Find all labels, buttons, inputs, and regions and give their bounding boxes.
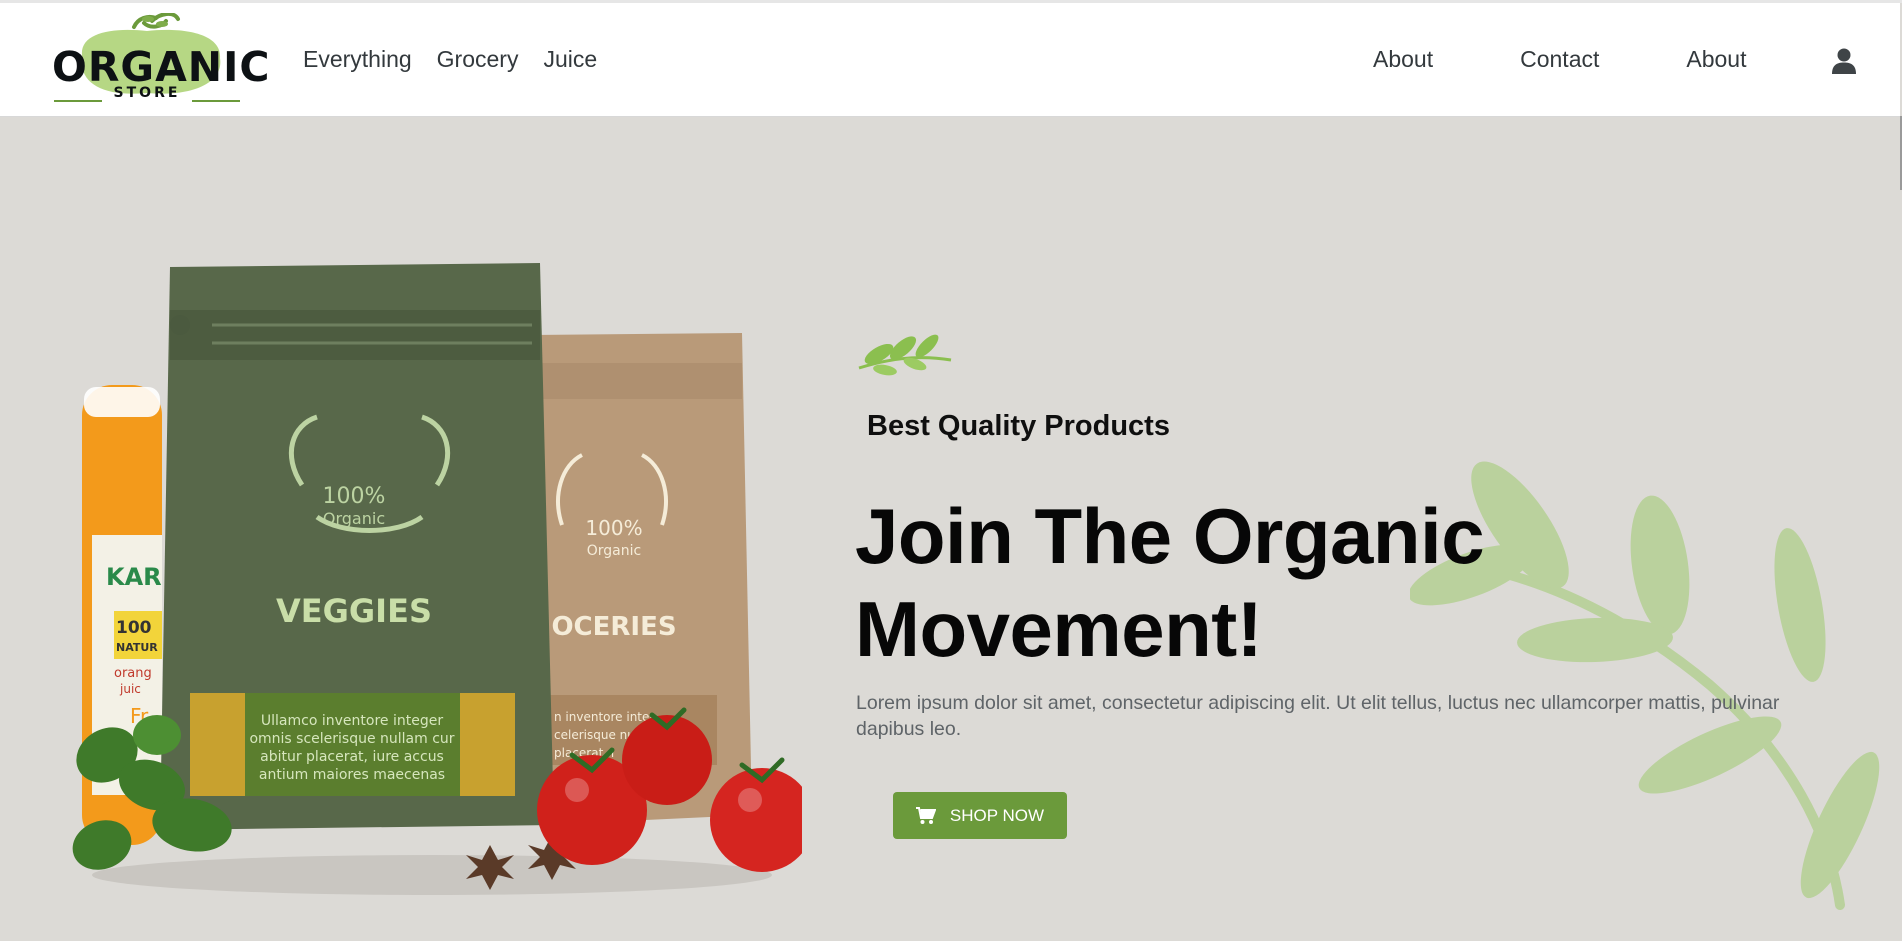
bag1-badge-top: 100% xyxy=(323,484,386,509)
hero-headline-line-1: Join The Organic xyxy=(855,492,1485,580)
nav-left: Everything Grocery Juice xyxy=(303,43,597,75)
hero-body: Lorem ipsum dolor sit amet, consectetur … xyxy=(856,692,1780,740)
green-bag: 100% Organic VEGGIES Ullamco inventore i… xyxy=(160,263,554,830)
cart-icon xyxy=(915,806,936,824)
hero-headline: Join The Organic Movement! xyxy=(855,490,1575,676)
jar-text-5: juic xyxy=(119,682,141,696)
site-logo[interactable]: ORGANIC STORE xyxy=(52,12,271,105)
nav-everything[interactable]: Everything xyxy=(303,43,412,75)
nav-right: About Contact About xyxy=(1373,43,1746,75)
nav-juice[interactable]: Juice xyxy=(543,43,597,75)
user-icon[interactable] xyxy=(1832,48,1856,74)
leaf-sprig-icon xyxy=(858,334,952,376)
bag1-label-1: Ullamco inventore integer xyxy=(261,713,443,729)
nav-about[interactable]: About xyxy=(1373,43,1433,75)
bag1-name: VEGGIES xyxy=(276,592,432,630)
shop-now-label: SHOP NOW xyxy=(949,805,1045,825)
hero-eyebrow: Best Quality Products xyxy=(867,410,1170,442)
hero-headline-line-2: Movement! xyxy=(855,585,1263,673)
nav-about-2[interactable]: About xyxy=(1686,43,1746,75)
logo-sub: STORE xyxy=(113,85,181,101)
shop-now-button[interactable]: SHOP NOW xyxy=(893,792,1067,839)
site-header: ORGANIC STORE Everything Grocery Juice A… xyxy=(0,3,1900,117)
jar-text-2: 100 xyxy=(116,618,152,638)
nav-contact[interactable]: Contact xyxy=(1520,43,1599,75)
jar-text-4: orang xyxy=(114,666,152,681)
bag2-label-1: n inventore inter xyxy=(554,710,654,724)
logo-word: ORGANIC xyxy=(52,43,271,91)
bag2-badge-bottom: Organic xyxy=(587,543,641,559)
bag1-label-2: omnis scelerisque nullam cur xyxy=(249,731,454,747)
nav-grocery[interactable]: Grocery xyxy=(437,43,519,75)
bag2-name: OCERIES xyxy=(551,612,676,642)
jar-text-1: KAR xyxy=(106,563,162,591)
bag1-badge-bottom: Organic xyxy=(323,509,385,528)
bag1-label-3: abitur placerat, iure accus xyxy=(260,749,444,765)
jar-text-3: NATUR xyxy=(116,641,158,654)
bag1-label-4: antium maiores maecenas xyxy=(259,767,445,783)
hero-products-image: KAR 100 NATUR orang juic Fr 100% Organic… xyxy=(72,263,802,895)
bag2-badge-top: 100% xyxy=(585,516,642,540)
